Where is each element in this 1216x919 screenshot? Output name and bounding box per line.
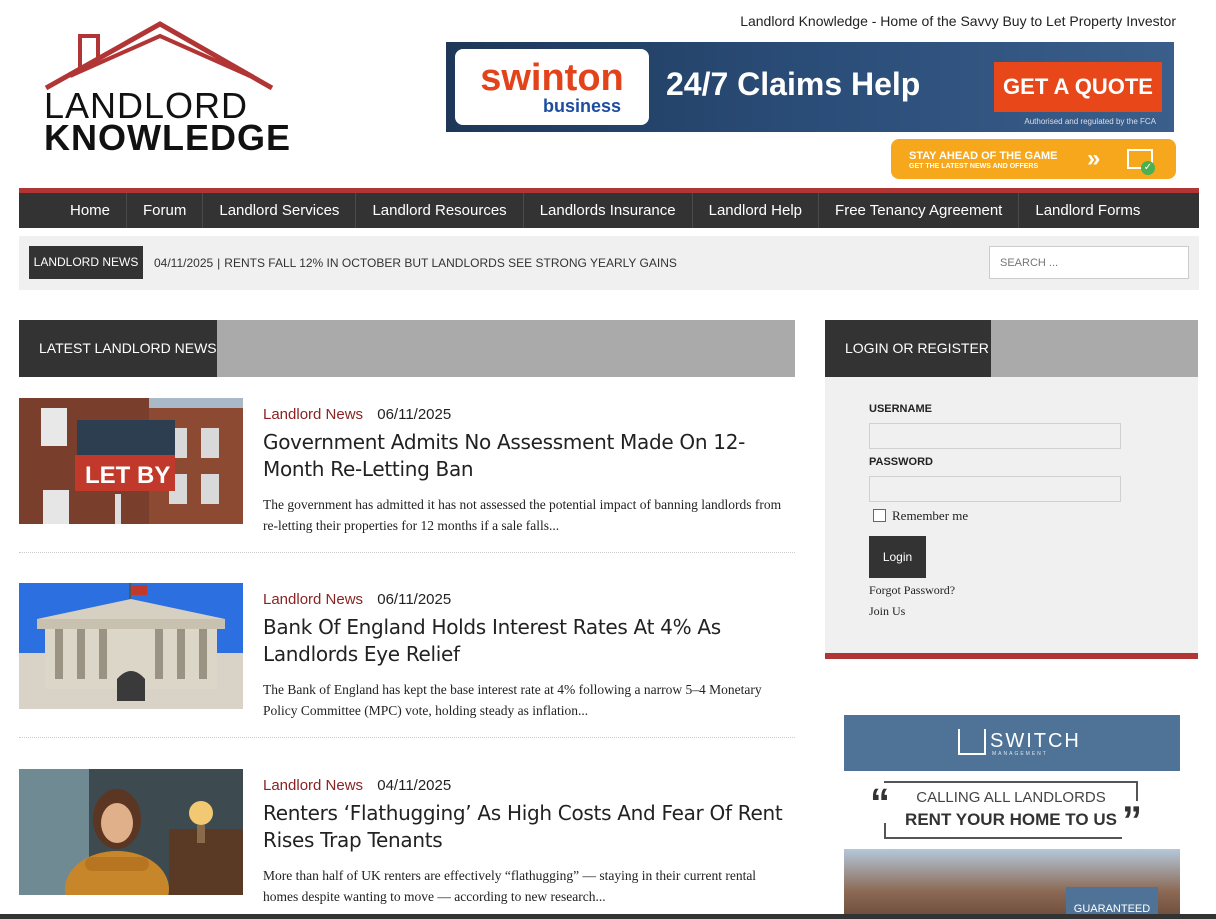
article-title[interactable]: Bank Of England Holds Interest Rates At … [263,614,793,668]
nav-item-landlord-services[interactable]: Landlord Services [203,193,357,228]
ad-callout: CALLING ALL LANDLORDS RENT YOUR HOME TO … [884,781,1138,839]
main-nav: Home Forum Landlord Services Landlord Re… [19,188,1199,228]
swinton-banner-ad[interactable]: swinton business 24/7 Claims Help GET A … [446,42,1174,132]
nav-item-free-tenancy-agreement[interactable]: Free Tenancy Agreement [819,193,1020,228]
open-quote-icon: “ [870,781,890,825]
nav-item-landlords-insurance[interactable]: Landlords Insurance [524,193,693,228]
article-excerpt: More than half of UK renters are effecti… [263,868,757,904]
swinton-logo: swinton business [455,49,649,125]
section-title: LATEST LANDLORD NEWS [19,320,217,377]
ad-fine-print: Authorised and regulated by the FCA [1024,117,1156,126]
ad-headline: 24/7 Claims Help [666,66,921,102]
join-us-link[interactable]: Join Us [869,604,905,619]
article-category[interactable]: Landlord News [263,777,363,794]
ticker-item[interactable]: 04/11/2025 | RENTS FALL 12% IN OCTOBER BUT… [154,256,677,270]
latest-news-header: LATEST LANDLORD NEWS [19,320,795,377]
article-excerpt: The government has admitted it has not a… [263,497,782,533]
nav-item-landlord-forms[interactable]: Landlord Forms [1019,193,1156,228]
article-thumbnail[interactable] [19,769,243,895]
ticker-date: 04/11/2025 [154,256,214,270]
login-widget-header: LOGIN OR REGISTER [825,320,1198,377]
article-card: Landlord News 04/11/2025 Renters ‘Flathu… [19,769,795,919]
nav-item-forum[interactable]: Forum [127,193,204,228]
password-field[interactable] [869,476,1121,502]
password-label: PASSWORD [869,456,933,468]
nav-item-landlord-help[interactable]: Landlord Help [693,193,820,228]
ticker-label: LANDLORD NEWS [29,246,143,279]
forgot-password-link[interactable]: Forgot Password? [869,583,955,598]
site-logo[interactable]: LANDLORD KNOWLEDGE [40,18,290,158]
house-icon [958,729,986,755]
switch-management-ad[interactable]: SWITCH MANAGEMENT CALLING ALL LANDLORDS … [844,715,1180,919]
username-field[interactable] [869,423,1121,449]
get-quote-button[interactable]: GET A QUOTE [994,62,1162,112]
remember-me[interactable]: Remember me [873,508,968,524]
double-chevron-icon: » [1087,145,1101,172]
search-input[interactable] [989,246,1189,279]
article-category[interactable]: Landlord News [263,591,363,608]
ticker-headline[interactable]: RENTS FALL 12% IN OCTOBER BUT LANDLORDS … [224,256,677,270]
article-category[interactable]: Landlord News [263,406,363,423]
news-ticker: LANDLORD NEWS 04/11/2025 | RENTS FALL 12% … [19,236,1199,290]
switch-logo: SWITCH [990,730,1081,752]
remember-me-label: Remember me [892,508,969,523]
nav-item-landlord-resources[interactable]: Landlord Resources [356,193,524,228]
article-thumbnail[interactable] [19,583,243,709]
login-form: USERNAME PASSWORD Remember me Login Forg… [825,377,1198,659]
nav-item-home[interactable]: Home [54,193,128,228]
logo-line2: KNOWLEDGE [44,117,291,158]
article-title[interactable]: Government Admits No Assessment Made On … [263,429,793,483]
newsletter-signup-button[interactable]: STAY AHEAD OF THE GAME GET THE LATEST NE… [891,139,1176,179]
article-card: LET BY Landlord News 06/11/2025 Governme… [19,398,795,553]
check-icon: ✓ [1141,161,1155,175]
ticker-separator: | [217,256,221,270]
site-tagline: Landlord Knowledge - Home of the Savvy B… [740,13,1176,29]
article-thumbnail[interactable]: LET BY [19,398,243,524]
article-date: 04/11/2025 [377,777,452,794]
article-excerpt: The Bank of England has kept the base in… [263,682,762,718]
bottom-edge [0,914,1216,919]
let-by-sign-text: LET BY [85,462,170,489]
article-date: 06/11/2025 [377,406,452,423]
article-card: Landlord News 06/11/2025 Bank Of England… [19,583,795,738]
login-widget-title: LOGIN OR REGISTER [825,320,991,377]
close-quote-icon: ” [1122,799,1142,843]
login-button[interactable]: Login [869,536,926,578]
article-date: 06/11/2025 [377,591,452,608]
username-label: USERNAME [869,403,932,415]
remember-me-checkbox[interactable] [873,509,886,522]
article-title[interactable]: Renters ‘Flathugging’ As High Costs And … [263,800,793,854]
site-header: Landlord Knowledge - Home of the Savvy B… [0,0,1216,186]
